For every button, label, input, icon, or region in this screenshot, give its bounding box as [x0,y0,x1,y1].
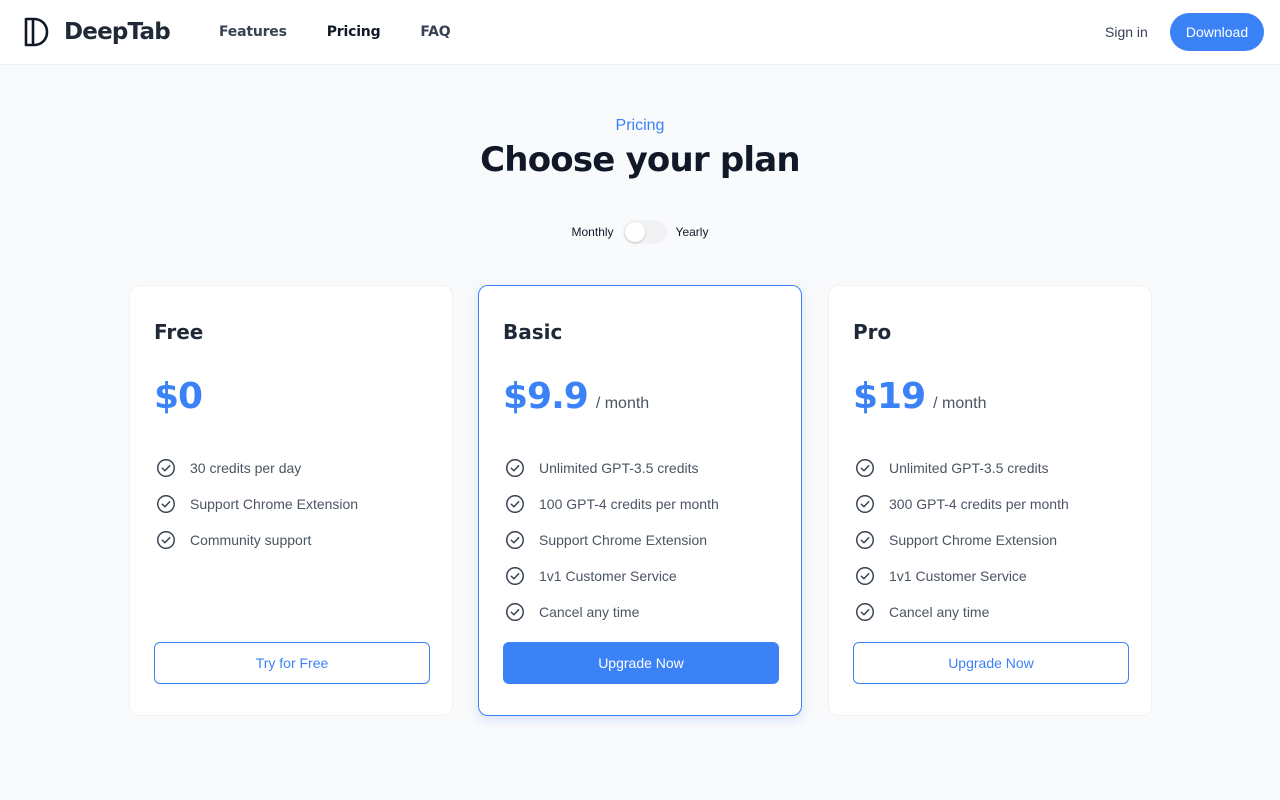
nav-pricing[interactable]: Pricing [327,22,381,42]
feature-item: Support Chrome Extension [154,486,358,522]
check-circle-icon [506,603,524,621]
feature-text: Support Chrome Extension [889,532,1058,548]
plan-price: $19 [853,376,926,417]
feature-text: 30 credits per day [190,460,302,476]
check-circle-icon [506,459,524,477]
section-eyebrow: Pricing [615,117,665,134]
plan-card-free: Free $0 30 credits per day Support Chrom… [129,285,453,716]
monthly-label[interactable]: Monthly [572,225,614,239]
feature-item: Community support [154,522,358,558]
price-period: / month [595,395,650,412]
price-period: / month [933,395,987,412]
plan-price: $9.9 [503,376,589,417]
check-circle-icon [506,495,524,513]
feature-item: 300 GPT-4 credits per month [853,486,1069,522]
feature-text: Cancel any time [539,604,640,620]
deeptab-logo-icon [24,17,49,47]
main-nav: Features Pricing FAQ [219,22,490,42]
billing-toggle-group: Monthly Yearly [0,220,1280,244]
feature-text: Unlimited GPT-3.5 credits [539,460,699,476]
nav-features[interactable]: Features [219,22,287,42]
price-row: $0 [154,376,203,418]
upgrade-now-button[interactable]: Upgrade Now [853,642,1129,684]
feature-item: Support Chrome Extension [853,522,1069,558]
brand-logo[interactable]: DeepTab [24,16,171,48]
feature-item: Cancel any time [503,594,719,630]
price-row: $9.9 / month [503,376,649,418]
feature-text: 100 GPT-4 credits per month [539,496,719,512]
feature-item: Cancel any time [853,594,1069,630]
check-circle-icon [856,603,874,621]
feature-text: Support Chrome Extension [539,532,708,548]
feature-item: Unlimited GPT-3.5 credits [503,450,719,486]
sign-in-link[interactable]: Sign in [1105,22,1148,42]
upgrade-now-button[interactable]: Upgrade Now [503,642,779,684]
plan-price: $0 [154,376,203,417]
check-circle-icon [157,531,175,549]
plan-name: Free [154,320,204,344]
plan-name: Pro [853,320,892,344]
feature-text: 1v1 Customer Service [539,568,677,584]
feature-item: 100 GPT-4 credits per month [503,486,719,522]
nav-faq[interactable]: FAQ [420,22,450,42]
check-circle-icon [856,459,874,477]
try-for-free-button[interactable]: Try for Free [154,642,430,684]
yearly-label[interactable]: Yearly [676,225,709,239]
plan-name: Basic [503,320,563,344]
feature-list: Unlimited GPT-3.5 credits 300 GPT-4 cred… [853,450,1069,630]
price-row: $19 / month [853,376,987,418]
billing-period-toggle[interactable] [622,220,667,244]
check-circle-icon [157,459,175,477]
feature-item: 30 credits per day [154,450,358,486]
check-circle-icon [856,495,874,513]
feature-item: 1v1 Customer Service [503,558,719,594]
feature-text: Support Chrome Extension [190,496,359,512]
top-header: DeepTab Features Pricing FAQ Sign in Dow… [0,0,1280,65]
toggle-knob [624,222,645,242]
feature-item: Support Chrome Extension [503,522,719,558]
feature-text: Cancel any time [889,604,990,620]
check-circle-icon [856,567,874,585]
feature-text: Unlimited GPT-3.5 credits [889,460,1049,476]
feature-list: 30 credits per day Support Chrome Extens… [154,450,358,558]
feature-item: Unlimited GPT-3.5 credits [853,450,1069,486]
check-circle-icon [506,531,524,549]
brand-name: DeepTab [64,19,171,45]
feature-text: 1v1 Customer Service [889,568,1027,584]
download-button[interactable]: Download [1170,13,1264,51]
check-circle-icon [506,567,524,585]
feature-item: 1v1 Customer Service [853,558,1069,594]
feature-text: Community support [190,532,312,548]
feature-text: 300 GPT-4 credits per month [889,496,1069,512]
feature-list: Unlimited GPT-3.5 credits 100 GPT-4 cred… [503,450,719,630]
check-circle-icon [157,495,175,513]
plan-card-pro: Pro $19 / month Unlimited GPT-3.5 credit… [828,285,1152,716]
check-circle-icon [856,531,874,549]
page-title: Choose your plan [480,140,800,180]
plan-card-basic: Basic $9.9 / month Unlimited GPT-3.5 cre… [478,285,802,716]
